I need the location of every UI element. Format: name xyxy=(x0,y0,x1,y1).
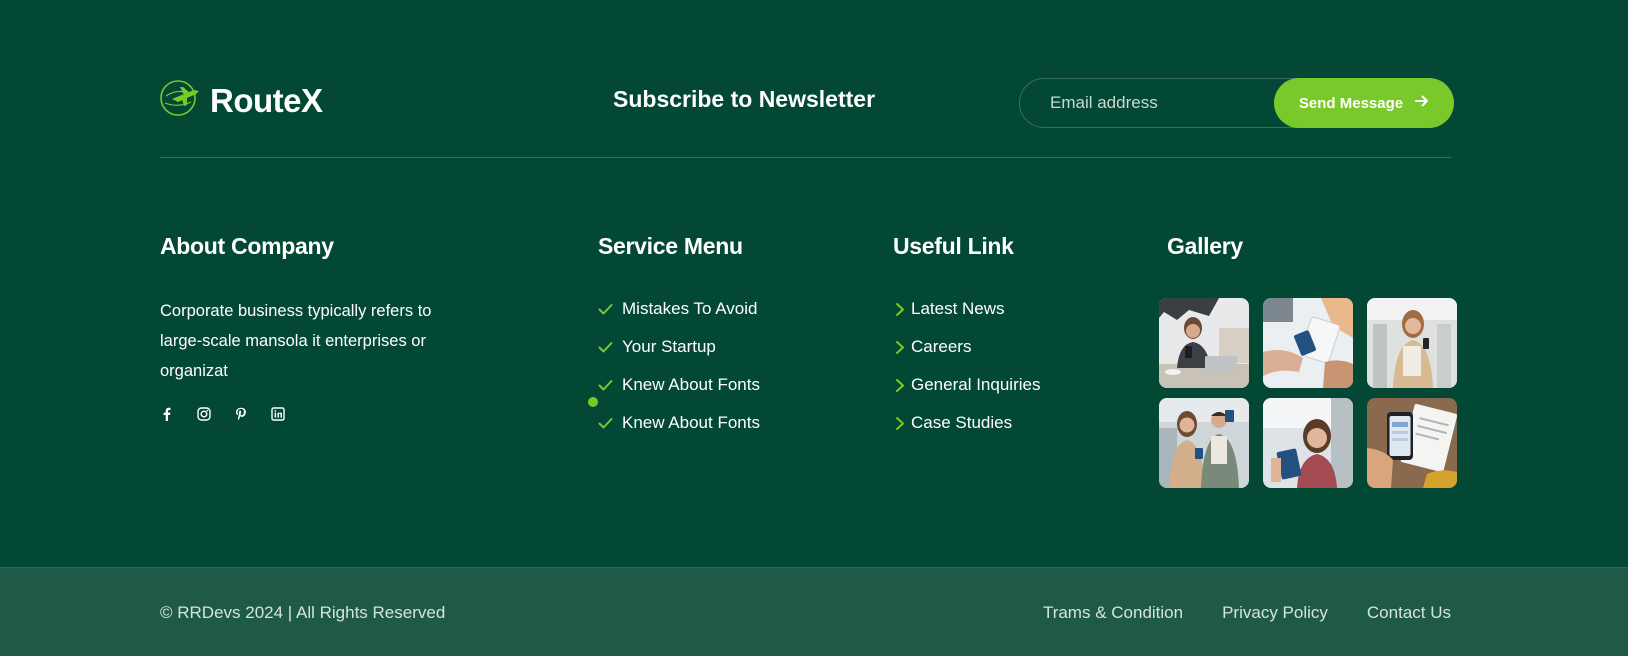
useful-link-list: Latest News Careers General Inquiries Ca… xyxy=(893,290,1040,442)
gallery-title: Gallery xyxy=(1167,233,1243,259)
email-input[interactable] xyxy=(1020,79,1280,127)
brand-logo[interactable]: RouteX xyxy=(160,78,323,123)
service-menu-item[interactable]: Knew About Fonts xyxy=(598,404,760,442)
arrow-right-icon xyxy=(1415,94,1429,113)
check-icon xyxy=(598,340,622,355)
service-menu-item[interactable]: Knew About Fonts xyxy=(598,366,760,404)
gallery-image-hands-holding-passport[interactable] xyxy=(1263,298,1353,388)
check-icon xyxy=(598,302,622,317)
useful-link-item[interactable]: Case Studies xyxy=(893,404,1040,442)
gallery-image-woman-with-phone-airport[interactable] xyxy=(1367,298,1457,388)
gallery-image-couple-with-passports[interactable] xyxy=(1159,398,1249,488)
facebook-icon[interactable] xyxy=(160,404,197,424)
service-menu-list: Mistakes To Avoid Your Startup Knew Abou… xyxy=(598,290,760,442)
service-menu-label: Your Startup xyxy=(622,337,716,356)
useful-link-item[interactable]: General Inquiries xyxy=(893,366,1040,404)
service-menu-label: Mistakes To Avoid xyxy=(622,299,758,318)
instagram-icon[interactable] xyxy=(197,404,234,424)
service-menu-title: Service Menu xyxy=(598,233,743,259)
terms-link[interactable]: Trams & Condition xyxy=(1043,603,1183,623)
useful-link-item[interactable]: Careers xyxy=(893,328,1040,366)
pinterest-icon[interactable] xyxy=(234,404,271,424)
brand-name: RouteX xyxy=(210,81,323,119)
send-message-button[interactable]: Send Message xyxy=(1274,78,1454,128)
useful-link-label: Careers xyxy=(911,337,972,356)
gallery-image-woman-with-phone-laptop[interactable] xyxy=(1159,298,1249,388)
useful-link-title: Useful Link xyxy=(893,233,1014,259)
check-icon xyxy=(598,378,622,393)
gallery-image-woman-holding-passport[interactable] xyxy=(1263,398,1353,488)
service-menu-item[interactable]: Mistakes To Avoid xyxy=(598,290,760,328)
gallery-image-phone-and-documents[interactable] xyxy=(1367,398,1457,488)
social-links xyxy=(160,404,308,424)
footer-bottom-bar: © RRDevs 2024 | All Rights Reserved Tram… xyxy=(0,567,1628,656)
copyright-text: © RRDevs 2024 | All Rights Reserved xyxy=(160,603,446,622)
about-title: About Company xyxy=(160,233,334,259)
footer-divider xyxy=(160,157,1451,158)
useful-link-item[interactable]: Latest News xyxy=(893,290,1040,328)
subscribe-form: Send Message xyxy=(1019,78,1454,128)
linkedin-icon[interactable] xyxy=(271,404,308,424)
chevron-right-icon xyxy=(893,416,911,431)
footer-main: RouteX Subscribe to Newsletter Send Mess… xyxy=(0,0,1628,567)
useful-link-label: Latest News xyxy=(911,299,1005,318)
useful-link-label: Case Studies xyxy=(911,413,1013,432)
privacy-policy-link[interactable]: Privacy Policy xyxy=(1222,603,1328,623)
chevron-right-icon xyxy=(893,302,911,317)
chevron-right-icon xyxy=(893,378,911,393)
newsletter-title: Subscribe to Newsletter xyxy=(613,86,876,112)
chevron-right-icon xyxy=(893,340,911,355)
about-text: Corporate business typically refers to l… xyxy=(160,302,432,380)
contact-us-link[interactable]: Contact Us xyxy=(1367,603,1451,623)
decorative-dot xyxy=(588,397,598,407)
service-menu-label: Knew About Fonts xyxy=(622,375,760,394)
send-message-label: Send Message xyxy=(1298,94,1404,112)
useful-link-label: General Inquiries xyxy=(911,375,1041,394)
airplane-globe-icon xyxy=(160,78,200,123)
gallery-grid xyxy=(1159,298,1457,488)
check-icon xyxy=(598,416,622,431)
service-menu-item[interactable]: Your Startup xyxy=(598,328,760,366)
footer-legal-links: Trams & Condition Privacy Policy Contact… xyxy=(1004,603,1451,623)
service-menu-label: Knew About Fonts xyxy=(622,413,760,432)
